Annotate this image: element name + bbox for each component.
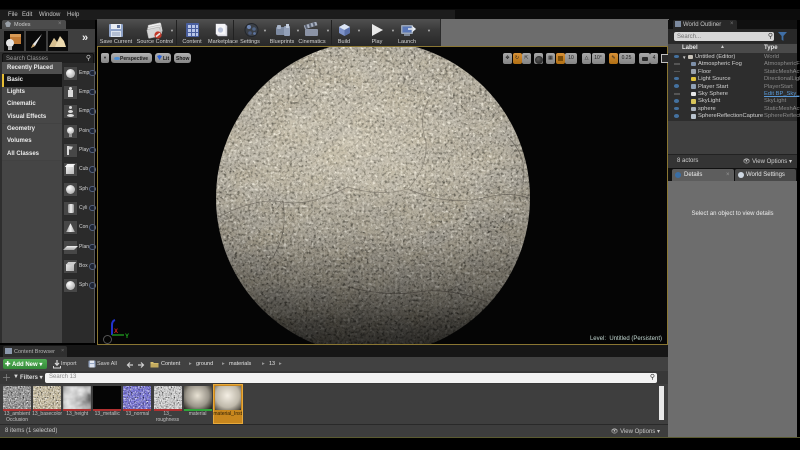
svg-text:X: X xyxy=(114,329,118,335)
svg-text:Y: Y xyxy=(125,334,129,340)
